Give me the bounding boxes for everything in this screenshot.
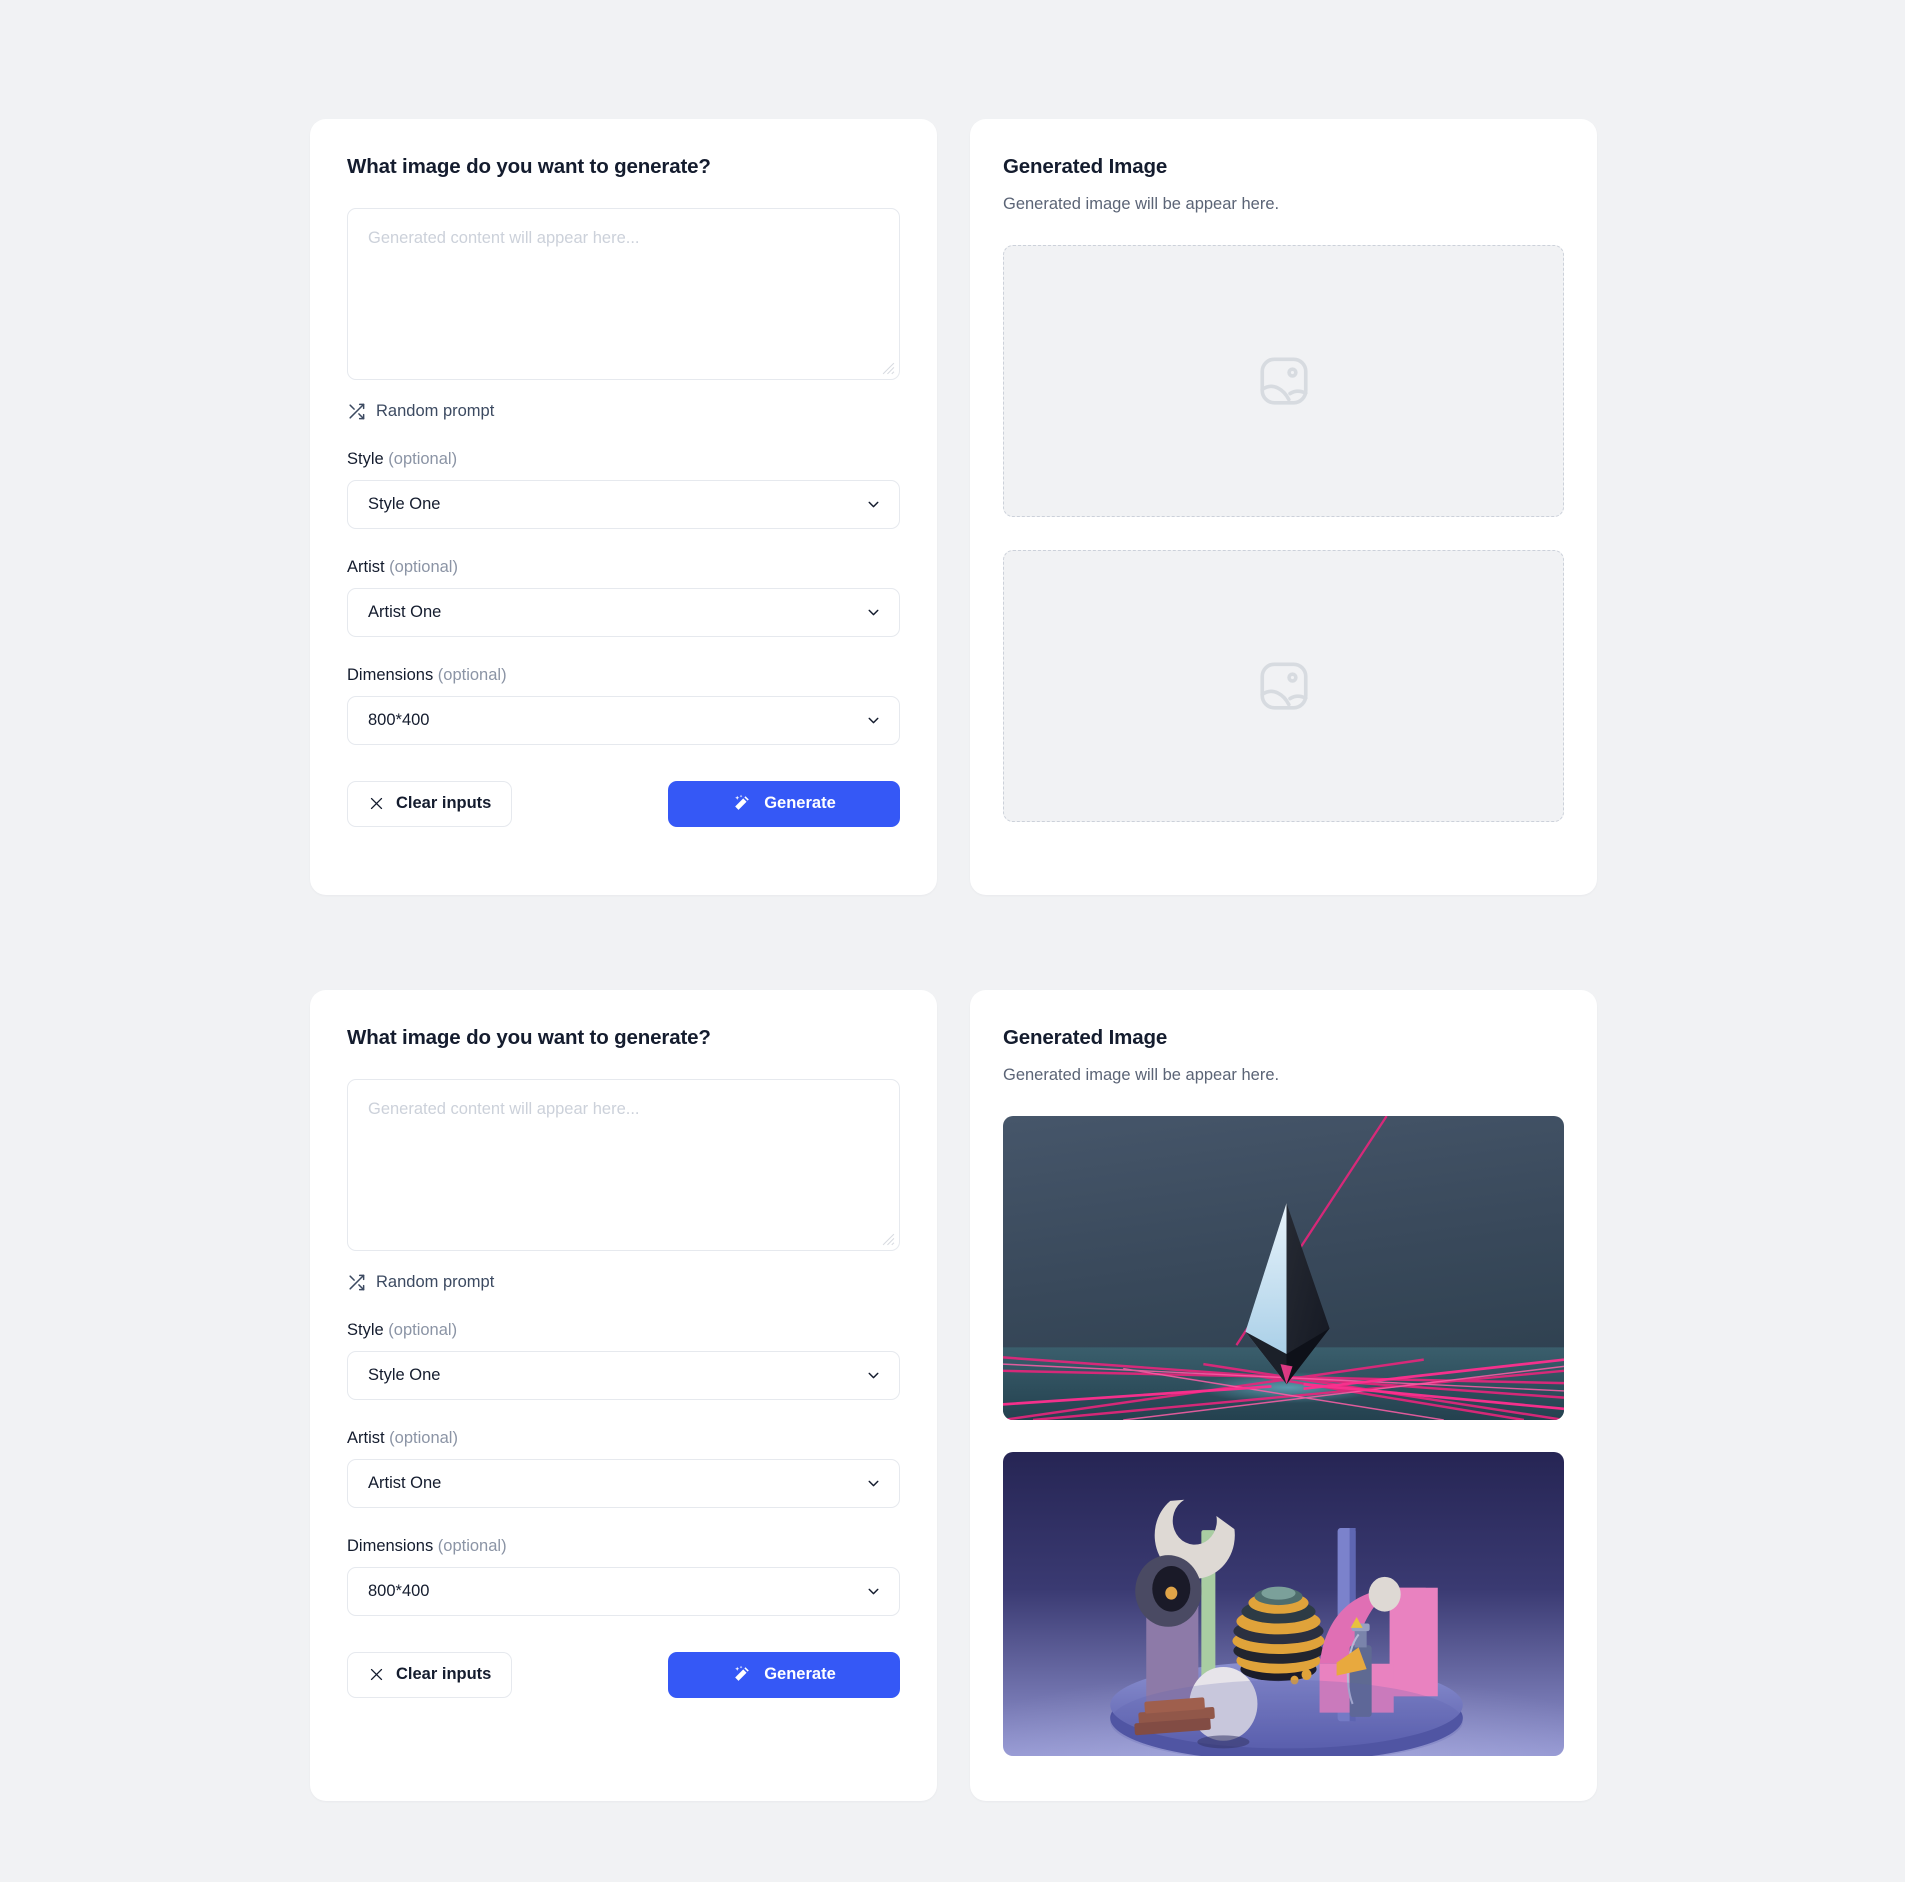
generate-label: Generate bbox=[764, 1665, 836, 1684]
dimensions-select-value: 800*400 bbox=[368, 710, 430, 729]
chevron-down-icon bbox=[868, 609, 879, 615]
field-style-label: Style (optional) bbox=[347, 1320, 458, 1339]
generate-button[interactable]: Generate bbox=[668, 780, 900, 827]
clear-inputs-button[interactable]: Clear inputs bbox=[347, 1651, 513, 1698]
magic-wand-icon bbox=[735, 1665, 750, 1681]
prompt-input[interactable]: Generated content will appear here... bbox=[347, 207, 900, 380]
clear-inputs-button[interactable]: Clear inputs bbox=[347, 780, 513, 827]
random-prompt-label: Random prompt bbox=[376, 1272, 495, 1291]
generated-image-2-art bbox=[1003, 1452, 1564, 1756]
image-placeholder-icon bbox=[1259, 662, 1308, 710]
dimensions-select[interactable]: 800*400 bbox=[347, 1566, 900, 1616]
chevron-down-icon bbox=[868, 717, 879, 723]
style-select[interactable]: Style One bbox=[347, 1350, 900, 1400]
form-actions: Clear inputs Generate bbox=[347, 1651, 900, 1698]
prompt-form-card: What image do you want to generate? Gene… bbox=[310, 119, 937, 895]
style-select-value: Style One bbox=[368, 494, 441, 513]
clear-inputs-label: Clear inputs bbox=[396, 1665, 492, 1684]
result-subtitle: Generated image will be appear here. bbox=[1003, 1066, 1280, 1084]
chevron-down-icon bbox=[868, 1480, 879, 1486]
image-placeholder-slot[interactable] bbox=[1003, 550, 1564, 822]
resize-handle-icon[interactable] bbox=[882, 1233, 895, 1246]
page-title: What image do you want to generate? bbox=[347, 1026, 711, 1049]
close-icon bbox=[370, 1668, 383, 1681]
generator-section-empty: What image do you want to generate? Gene… bbox=[310, 119, 1597, 895]
shuffle-icon bbox=[349, 403, 365, 419]
generate-button[interactable]: Generate bbox=[668, 1651, 900, 1698]
prompt-placeholder: Generated content will appear here... bbox=[368, 1099, 640, 1118]
field-style: Style (optional) Style One bbox=[347, 1321, 900, 1400]
field-style-label: Style (optional) bbox=[347, 449, 458, 468]
prompt-input[interactable]: Generated content will appear here... bbox=[347, 1078, 900, 1251]
app-root: What image do you want to generate? Gene… bbox=[0, 0, 1905, 1882]
result-title: Generated Image bbox=[1003, 155, 1168, 178]
style-select[interactable]: Style One bbox=[347, 479, 900, 529]
generated-image-1[interactable] bbox=[1003, 1116, 1564, 1420]
image-placeholder-icon bbox=[1259, 357, 1308, 405]
field-artist-label: Artist (optional) bbox=[347, 557, 458, 576]
dimensions-select-value: 800*400 bbox=[368, 1581, 430, 1600]
artist-select[interactable]: Artist One bbox=[347, 1458, 900, 1508]
field-style: Style (optional) Style One bbox=[347, 450, 900, 529]
style-select-value: Style One bbox=[368, 1365, 441, 1384]
dimensions-select[interactable]: 800*400 bbox=[347, 695, 900, 745]
chevron-down-icon bbox=[868, 501, 879, 507]
result-card-filled: Generated Image Generated image will be … bbox=[970, 990, 1597, 1801]
generate-label: Generate bbox=[764, 794, 836, 813]
resize-handle-icon[interactable] bbox=[882, 362, 895, 375]
prompt-placeholder: Generated content will appear here... bbox=[368, 228, 640, 247]
result-subtitle: Generated image will be appear here. bbox=[1003, 195, 1280, 213]
magic-wand-icon bbox=[735, 794, 750, 810]
generated-image-1-art bbox=[1003, 1116, 1564, 1420]
page-title: What image do you want to generate? bbox=[347, 155, 711, 178]
artist-select[interactable]: Artist One bbox=[347, 587, 900, 637]
chevron-down-icon bbox=[868, 1372, 879, 1378]
random-prompt-button[interactable]: Random prompt bbox=[347, 1273, 494, 1292]
field-artist-label: Artist (optional) bbox=[347, 1428, 458, 1447]
artist-select-value: Artist One bbox=[368, 602, 442, 621]
generator-section-filled: What image do you want to generate? Gene… bbox=[310, 990, 1597, 1801]
field-artist: Artist (optional) Artist One bbox=[347, 1429, 900, 1508]
image-placeholder-slot[interactable] bbox=[1003, 245, 1564, 517]
field-dimensions-label: Dimensions (optional) bbox=[347, 1536, 507, 1555]
field-artist: Artist (optional) Artist One bbox=[347, 558, 900, 637]
clear-inputs-label: Clear inputs bbox=[396, 794, 492, 813]
result-card-empty: Generated Image Generated image will be … bbox=[970, 119, 1597, 895]
field-dimensions-label: Dimensions (optional) bbox=[347, 665, 507, 684]
random-prompt-button[interactable]: Random prompt bbox=[347, 402, 494, 421]
shuffle-icon bbox=[349, 1274, 365, 1290]
prompt-form-card: What image do you want to generate? Gene… bbox=[310, 990, 937, 1801]
field-dimensions: Dimensions (optional) 800*400 bbox=[347, 1537, 900, 1616]
generated-image-2[interactable] bbox=[1003, 1452, 1564, 1756]
close-icon bbox=[370, 797, 383, 810]
random-prompt-label: Random prompt bbox=[376, 401, 495, 420]
artist-select-value: Artist One bbox=[368, 1473, 442, 1492]
result-title: Generated Image bbox=[1003, 1026, 1168, 1049]
chevron-down-icon bbox=[868, 1588, 879, 1594]
field-dimensions: Dimensions (optional) 800*400 bbox=[347, 666, 900, 745]
form-actions: Clear inputs Generate bbox=[347, 780, 900, 827]
